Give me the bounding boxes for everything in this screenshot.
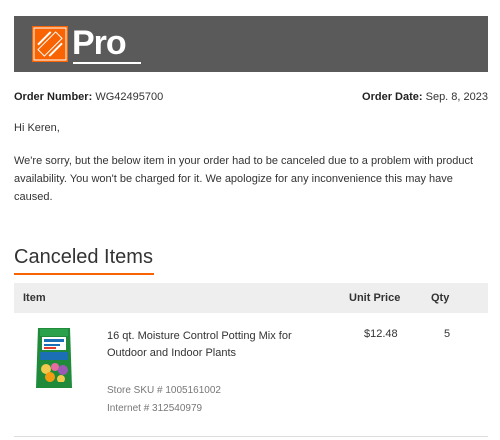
order-date-label: Order Date:: [362, 91, 423, 103]
order-date-value: Sep. 8, 2023: [425, 91, 488, 103]
order-date: Order Date: Sep. 8, 2023: [362, 91, 488, 103]
column-header-unit-price: Unit Price: [349, 292, 401, 304]
product-name-link[interactable]: 16 qt. Moisture Control Potting Mix for …: [107, 328, 327, 362]
product-identifiers: Store SKU # 1005161002 Internet # 312540…: [107, 382, 221, 418]
order-number-label: Order Number:: [14, 91, 93, 103]
section-title: Canceled Items: [14, 246, 153, 268]
cancellation-message: We're sorry, but the below item in your …: [14, 155, 474, 203]
store-sku: Store SKU # 1005161002: [107, 385, 221, 396]
greeting: Hi Keren,: [14, 122, 60, 134]
column-header-item: Item: [23, 292, 46, 304]
table-row: 16 qt. Moisture Control Potting Mix for …: [14, 313, 488, 433]
quantity: 5: [444, 328, 451, 340]
email-header: Pro: [14, 16, 488, 72]
potting-mix-bag-icon[interactable]: [34, 325, 74, 391]
table-header: Item Unit Price Qty: [14, 283, 488, 313]
column-header-qty: Qty: [431, 292, 450, 304]
logo-underline: [73, 62, 141, 64]
unit-price: $12.48: [364, 328, 398, 340]
internet-number: Internet # 312540979: [107, 403, 203, 414]
logo-pro-text: Pro: [72, 24, 127, 62]
home-depot-pro-logo[interactable]: Pro: [32, 24, 152, 64]
order-number-value: WG42495700: [95, 91, 164, 103]
order-number: Order Number: WG42495700: [14, 91, 163, 103]
home-depot-logo-icon: [32, 26, 68, 62]
section-title-underline: [14, 273, 154, 275]
email-page: Pro Order Number: WG42495700 Order Date:…: [0, 0, 500, 440]
divider: [14, 436, 488, 437]
order-info: Order Number: WG42495700 Order Date: Sep…: [14, 91, 488, 107]
